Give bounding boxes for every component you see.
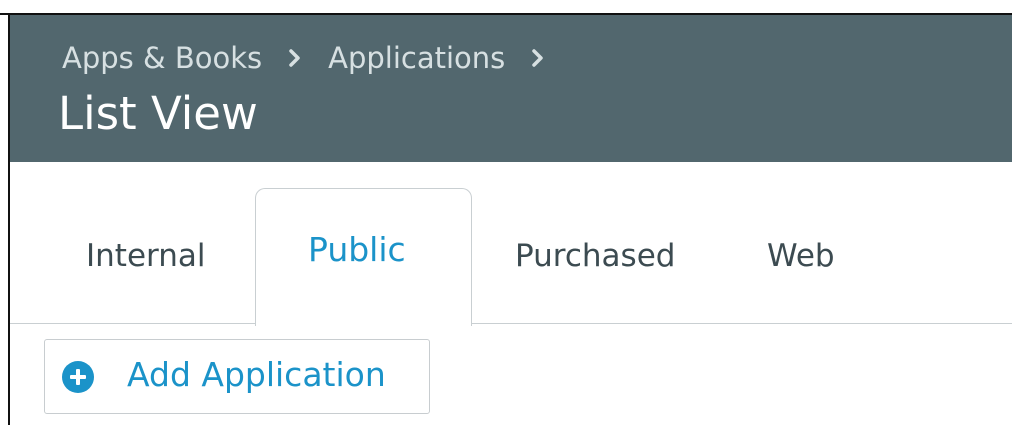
add-application-button[interactable]: Add Application xyxy=(44,339,430,414)
cropped-caption: ▔▔▔▔ ▔▔▔▔▔▔▔▔ ▔▔▔▔▔▔▔▔▔▔ xyxy=(28,0,672,10)
chevron-right-icon xyxy=(532,49,544,67)
tab-bar-divider xyxy=(10,323,1012,324)
breadcrumb-item-apps-books[interactable]: Apps & Books xyxy=(62,41,262,75)
add-application-label: Add Application xyxy=(127,355,386,394)
breadcrumb: Apps & Books Applications xyxy=(62,41,571,75)
tab-public-label: Public xyxy=(308,230,406,269)
tab-public[interactable]: Public xyxy=(255,188,472,326)
tab-web[interactable]: Web xyxy=(767,238,835,274)
tab-purchased[interactable]: Purchased xyxy=(515,238,675,274)
plus-circle-icon xyxy=(62,361,94,393)
page-title: List View xyxy=(58,87,258,140)
breadcrumb-item-applications[interactable]: Applications xyxy=(328,41,505,75)
tab-internal[interactable]: Internal xyxy=(86,238,205,274)
tab-bar: Internal Public Purchased Web Add Applic… xyxy=(10,162,1012,425)
page-header: Apps & Books Applications List View xyxy=(10,15,1012,162)
screenshot-frame: ▔▔▔▔ ▔▔▔▔▔▔▔▔ ▔▔▔▔▔▔▔▔▔▔ Apps & Books Ap… xyxy=(0,0,1012,425)
chevron-right-icon xyxy=(289,49,300,67)
